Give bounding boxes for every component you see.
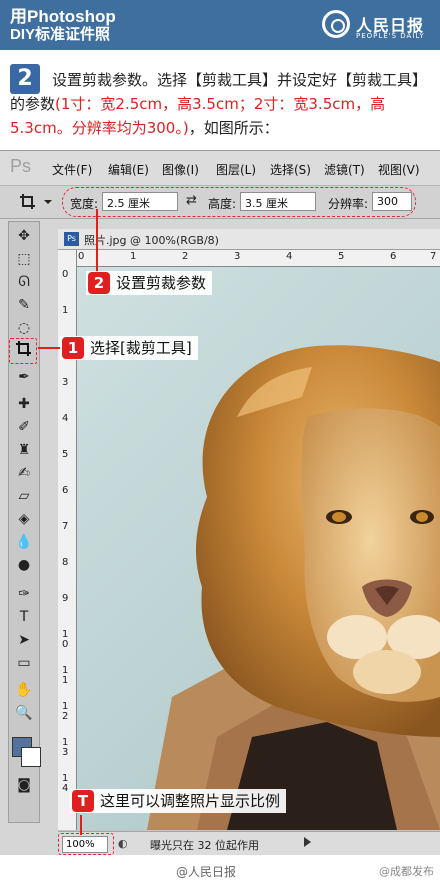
brand-subtitle: PEOPLE'S DAILY [356, 32, 425, 40]
status-message: 曝光只在 32 位起作用 [150, 839, 259, 852]
ruler-left-tick: 4 [62, 413, 69, 424]
healing-brush-icon[interactable]: ✚ [12, 394, 36, 414]
quick-select-icon-2[interactable]: ◌ [12, 318, 36, 338]
status-menu-icon[interactable]: ◐ [118, 837, 128, 850]
menu-view[interactable]: 视图(V) [378, 161, 420, 178]
ruler-top-tick: 6 [390, 251, 397, 262]
ruler-left-tick: 8 [62, 557, 69, 568]
footer: @人民日报 @成都发布 [0, 855, 440, 885]
brand-logo: 人民日报 PEOPLE'S DAILY [322, 6, 432, 44]
ruler-top-tick: 0 [78, 251, 85, 262]
eraser-icon[interactable]: ▱ [12, 486, 36, 506]
menu-bar: Ps 文件(F) 编辑(E) 图像(I) 图层(L) 选择(S) 滤镜(T) 视… [0, 151, 440, 186]
crop-icon [20, 194, 52, 209]
ruler-left-tick: 1 2 [62, 701, 69, 722]
options-highlight-outline [62, 187, 416, 217]
ruler-left-tick: 6 [62, 485, 69, 496]
step-text: 设置剪裁参数。选择【剪裁工具】并设定好【剪裁工具】的参数(1寸：宽2.5cm，高… [10, 68, 434, 140]
paint-bucket-icon[interactable]: ◈ [12, 509, 36, 529]
type-icon[interactable]: T [12, 607, 36, 627]
crop-glyph-icon [16, 341, 31, 356]
pen-icon[interactable]: ✑ [12, 584, 36, 604]
dodge-icon[interactable]: ● [12, 555, 36, 575]
background-color-swatch[interactable] [21, 747, 41, 767]
callout-step-2: 2 设置剪裁参数 [86, 271, 213, 295]
ruler-left-tick: 9 [62, 593, 69, 604]
ruler-left-tick: 3 [62, 377, 69, 388]
quick-select-icon[interactable]: ✎ [12, 295, 36, 315]
menu-layer[interactable]: 图层(L) [216, 161, 256, 178]
at-logo-icon [322, 10, 350, 38]
ruler-left-tick: 1 [62, 305, 69, 316]
callout-t-connector [80, 815, 82, 835]
ruler-top-tick: 7 [430, 251, 437, 262]
header-title-line2: DIY标准证件照 [10, 26, 111, 43]
document-tab[interactable]: Ps 照片.jpg @ 100%(RGB/8) [58, 229, 440, 250]
zoom-icon[interactable]: 🔍 [12, 703, 36, 723]
callout-tip: T 这里可以调整照片显示比例 [70, 789, 287, 813]
ruler-top-tick: 5 [338, 251, 345, 262]
ruler-left-tick: 1 1 [62, 665, 69, 686]
callout-2-connector [96, 209, 98, 273]
photoshop-window: Ps 文件(F) 编辑(E) 图像(I) 图层(L) 选择(S) 滤镜(T) 视… [0, 150, 440, 857]
header-title-line1: 用Photoshop [10, 7, 116, 26]
callout-1-badge: 1 [62, 337, 84, 359]
ruler-top-tick: 2 [182, 251, 189, 262]
history-brush-icon[interactable]: ✍ [12, 463, 36, 483]
step-text-tail: ，如图所示： [188, 119, 279, 137]
header-banner: 用Photoshop DIY标准证件照 人民日报 PEOPLE'S DAILY [0, 0, 440, 50]
toolbox: ✥ ⬚ ᘏ ✎ ◌ ✒ ✚ ✐ ♜ ✍ ▱ ◈ 💧 ● ✑ T ➤ ▭ ✋ 🔍 … [8, 221, 41, 823]
menu-filter[interactable]: 滤镜(T) [324, 161, 365, 178]
crop-tool-preset-picker[interactable] [18, 192, 58, 212]
step-instruction: 2 设置剪裁参数。选择【剪裁工具】并设定好【剪裁工具】的参数(1寸：宽2.5cm… [0, 50, 440, 148]
callout-2-badge: 2 [88, 272, 110, 294]
hand-icon[interactable]: ✋ [12, 680, 36, 700]
ruler-top-tick: 3 [234, 251, 241, 262]
menu-edit[interactable]: 编辑(E) [108, 161, 149, 178]
move-icon[interactable]: ✥ [12, 226, 36, 246]
footer-publisher: @成都发布 [379, 865, 434, 878]
brush-icon[interactable]: ✐ [12, 417, 36, 437]
ruler-left-tick: 1 3 [62, 737, 69, 758]
ps-logo: Ps [10, 156, 32, 176]
path-select-icon[interactable]: ➤ [12, 630, 36, 650]
ruler-top-tick: 1 [130, 251, 137, 262]
ruler-top[interactable]: 0 1 2 3 4 5 6 7 [76, 250, 440, 267]
ruler-top-tick: 4 [286, 251, 293, 262]
menu-select[interactable]: 选择(S) [270, 161, 311, 178]
menu-file[interactable]: 文件(F) [52, 161, 92, 178]
eyedropper-icon[interactable]: ✒ [12, 367, 36, 387]
callout-t-text: 这里可以调整照片显示比例 [100, 792, 281, 810]
callout-1-connector [38, 347, 62, 349]
quick-mask-icon[interactable]: ◙ [12, 775, 36, 795]
ps-file-icon: Ps [64, 232, 79, 246]
callout-2-text: 设置剪裁参数 [116, 274, 207, 292]
status-expand-arrow-icon[interactable] [304, 837, 311, 847]
ruler-left-tick: 7 [62, 521, 69, 532]
lasso-icon[interactable]: ᘏ [12, 272, 36, 292]
callout-step-1: 1 选择[裁剪工具] [60, 336, 198, 360]
menu-image[interactable]: 图像(I) [162, 161, 199, 178]
document-window: Ps 照片.jpg @ 100%(RGB/8) 0 1 2 3 4 5 6 7 … [58, 229, 440, 857]
ruler-left-tick: 1 4 [62, 773, 69, 794]
marquee-icon[interactable]: ⬚ [12, 249, 36, 269]
crop-icon[interactable] [12, 340, 36, 360]
document-title: 照片.jpg @ 100%(RGB/8) [84, 234, 219, 247]
callout-1-text: 选择[裁剪工具] [90, 339, 192, 357]
ruler-left-tick: 0 [62, 269, 69, 280]
footer-source: @人民日报 [176, 865, 237, 879]
options-bar: 宽度: 2.5 厘米 ⇄ 高度: 3.5 厘米 分辨率: 300 [0, 186, 440, 219]
ruler-left-tick: 1 0 [62, 629, 69, 650]
ruler-left-tick: 5 [62, 449, 69, 460]
callout-t-badge: T [72, 790, 94, 812]
blur-icon[interactable]: 💧 [12, 532, 36, 552]
clone-stamp-icon[interactable]: ♜ [12, 440, 36, 460]
status-bar: 100% ◐ 曝光只在 32 位起作用 [58, 831, 440, 857]
shape-icon[interactable]: ▭ [12, 653, 36, 673]
zoom-level-field[interactable]: 100% [62, 836, 108, 853]
